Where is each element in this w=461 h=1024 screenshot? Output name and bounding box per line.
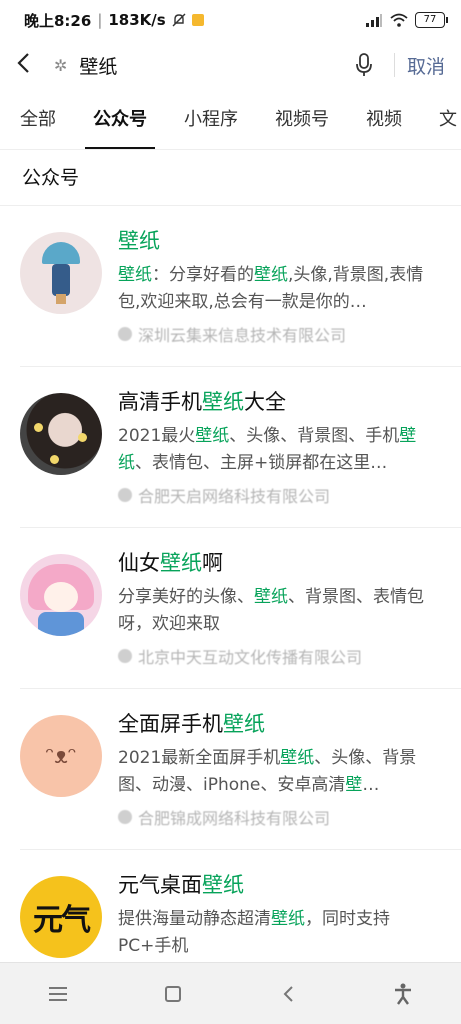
account-organization: 合肥天启网络科技有限公司 bbox=[118, 483, 441, 507]
account-title: 元气桌面壁纸 bbox=[118, 873, 244, 897]
chevron-left-icon bbox=[283, 985, 293, 1002]
account-title: 仙女壁纸啊 bbox=[118, 551, 223, 575]
accessibility-button[interactable] bbox=[383, 974, 423, 1014]
search-divider bbox=[393, 53, 395, 77]
status-time: 晚上8:26 bbox=[24, 11, 92, 30]
status-bar: 晚上8:26 | 183K/s 77 bbox=[0, 0, 461, 40]
account-organization: 深圳云集来信息技术有限公司 bbox=[118, 322, 441, 346]
tab-videos[interactable]: 视频 bbox=[366, 90, 402, 149]
account-organization: 北京中天互动文化传播有限公司 bbox=[118, 644, 441, 668]
avatar: 元气 bbox=[20, 876, 102, 958]
avatar bbox=[20, 232, 102, 314]
list-item[interactable]: 仙女壁纸啊 分享美好的头像、壁纸、背景图、表情包呀，欢迎来取 北京中天互动文化传… bbox=[0, 528, 461, 689]
tab-all[interactable]: 全部 bbox=[20, 90, 56, 149]
list-item[interactable]: 壁纸 壁纸：分享好看的壁纸,头像,背景图,表情包,欢迎来取,总会有一款是你的… … bbox=[0, 206, 461, 367]
account-title: 壁纸 bbox=[118, 229, 160, 253]
account-description: 分享美好的头像、壁纸、背景图、表情包呀，欢迎来取 bbox=[118, 587, 424, 634]
notification-flag-icon bbox=[191, 14, 204, 26]
account-description: 壁纸：分享好看的壁纸,头像,背景图,表情包,欢迎来取,总会有一款是你的… bbox=[118, 265, 424, 312]
back-nav-button[interactable] bbox=[268, 974, 308, 1014]
menu-icon bbox=[48, 986, 67, 1001]
tab-mini-programs[interactable]: 小程序 bbox=[184, 90, 238, 149]
account-description: 提供海量动静态超清壁纸，同时支持PC+手机 bbox=[118, 909, 390, 956]
tab-articles[interactable]: 文 bbox=[439, 90, 457, 149]
verified-icon bbox=[118, 488, 132, 502]
paw-icon: ᵔᴥᵔ bbox=[45, 744, 77, 769]
search-bar: ✲ 壁纸 取消 bbox=[0, 40, 461, 90]
wifi-icon bbox=[390, 13, 408, 27]
verified-icon bbox=[118, 649, 132, 663]
status-separator: | bbox=[97, 11, 103, 29]
account-description: 2021最火壁纸、头像、背景图、手机壁纸、表情包、主屏+锁屏都在这里… bbox=[118, 426, 417, 473]
tab-channels[interactable]: 视频号 bbox=[275, 90, 329, 149]
results-list: 壁纸 壁纸：分享好看的壁纸,头像,背景图,表情包,欢迎来取,总会有一款是你的… … bbox=[0, 206, 461, 1011]
account-description: 2021最新全面屏手机壁纸、头像、背景图、动漫、iPhone、安卓高清壁… bbox=[118, 748, 417, 795]
list-item[interactable]: 高清手机壁纸大全 2021最火壁纸、头像、背景图、手机壁纸、表情包、主屏+锁屏都… bbox=[0, 367, 461, 528]
search-input[interactable]: 壁纸 bbox=[79, 52, 346, 79]
signal-icon bbox=[366, 14, 382, 27]
accessibility-icon bbox=[395, 983, 412, 1005]
verified-icon bbox=[118, 810, 132, 824]
network-speed: 183K/s bbox=[108, 11, 166, 29]
account-organization: 合肥锦成网络科技有限公司 bbox=[118, 805, 441, 829]
microphone-icon bbox=[356, 53, 372, 76]
avatar: ᵔᴥᵔ bbox=[20, 715, 102, 797]
back-button[interactable] bbox=[16, 52, 38, 79]
system-nav-bar bbox=[0, 962, 461, 1024]
chevron-left-icon bbox=[17, 52, 29, 73]
menu-button[interactable] bbox=[38, 974, 78, 1014]
account-title: 高清手机壁纸大全 bbox=[118, 390, 286, 414]
avatar bbox=[20, 393, 102, 475]
home-icon bbox=[164, 985, 181, 1002]
mute-bell-icon bbox=[172, 13, 186, 27]
home-button[interactable] bbox=[153, 974, 193, 1014]
cancel-button[interactable]: 取消 bbox=[407, 52, 445, 79]
battery-indicator: 77 bbox=[415, 12, 448, 28]
sparkle-icon: ✲ bbox=[54, 55, 68, 75]
avatar bbox=[20, 554, 102, 636]
voice-input-button[interactable] bbox=[346, 53, 382, 77]
list-item[interactable]: ᵔᴥᵔ 全面屏手机壁纸 2021最新全面屏手机壁纸、头像、背景图、动漫、iPho… bbox=[0, 689, 461, 850]
section-title: 公众号 bbox=[0, 150, 461, 206]
search-tabs: 全部 公众号 小程序 视频号 视频 文 bbox=[0, 90, 461, 150]
status-left: 晚上8:26 | 183K/s bbox=[24, 10, 204, 31]
account-title: 全面屏手机壁纸 bbox=[118, 712, 265, 736]
tab-official-accounts[interactable]: 公众号 bbox=[85, 90, 155, 149]
verified-icon bbox=[118, 327, 132, 341]
status-right: 77 bbox=[365, 12, 448, 28]
